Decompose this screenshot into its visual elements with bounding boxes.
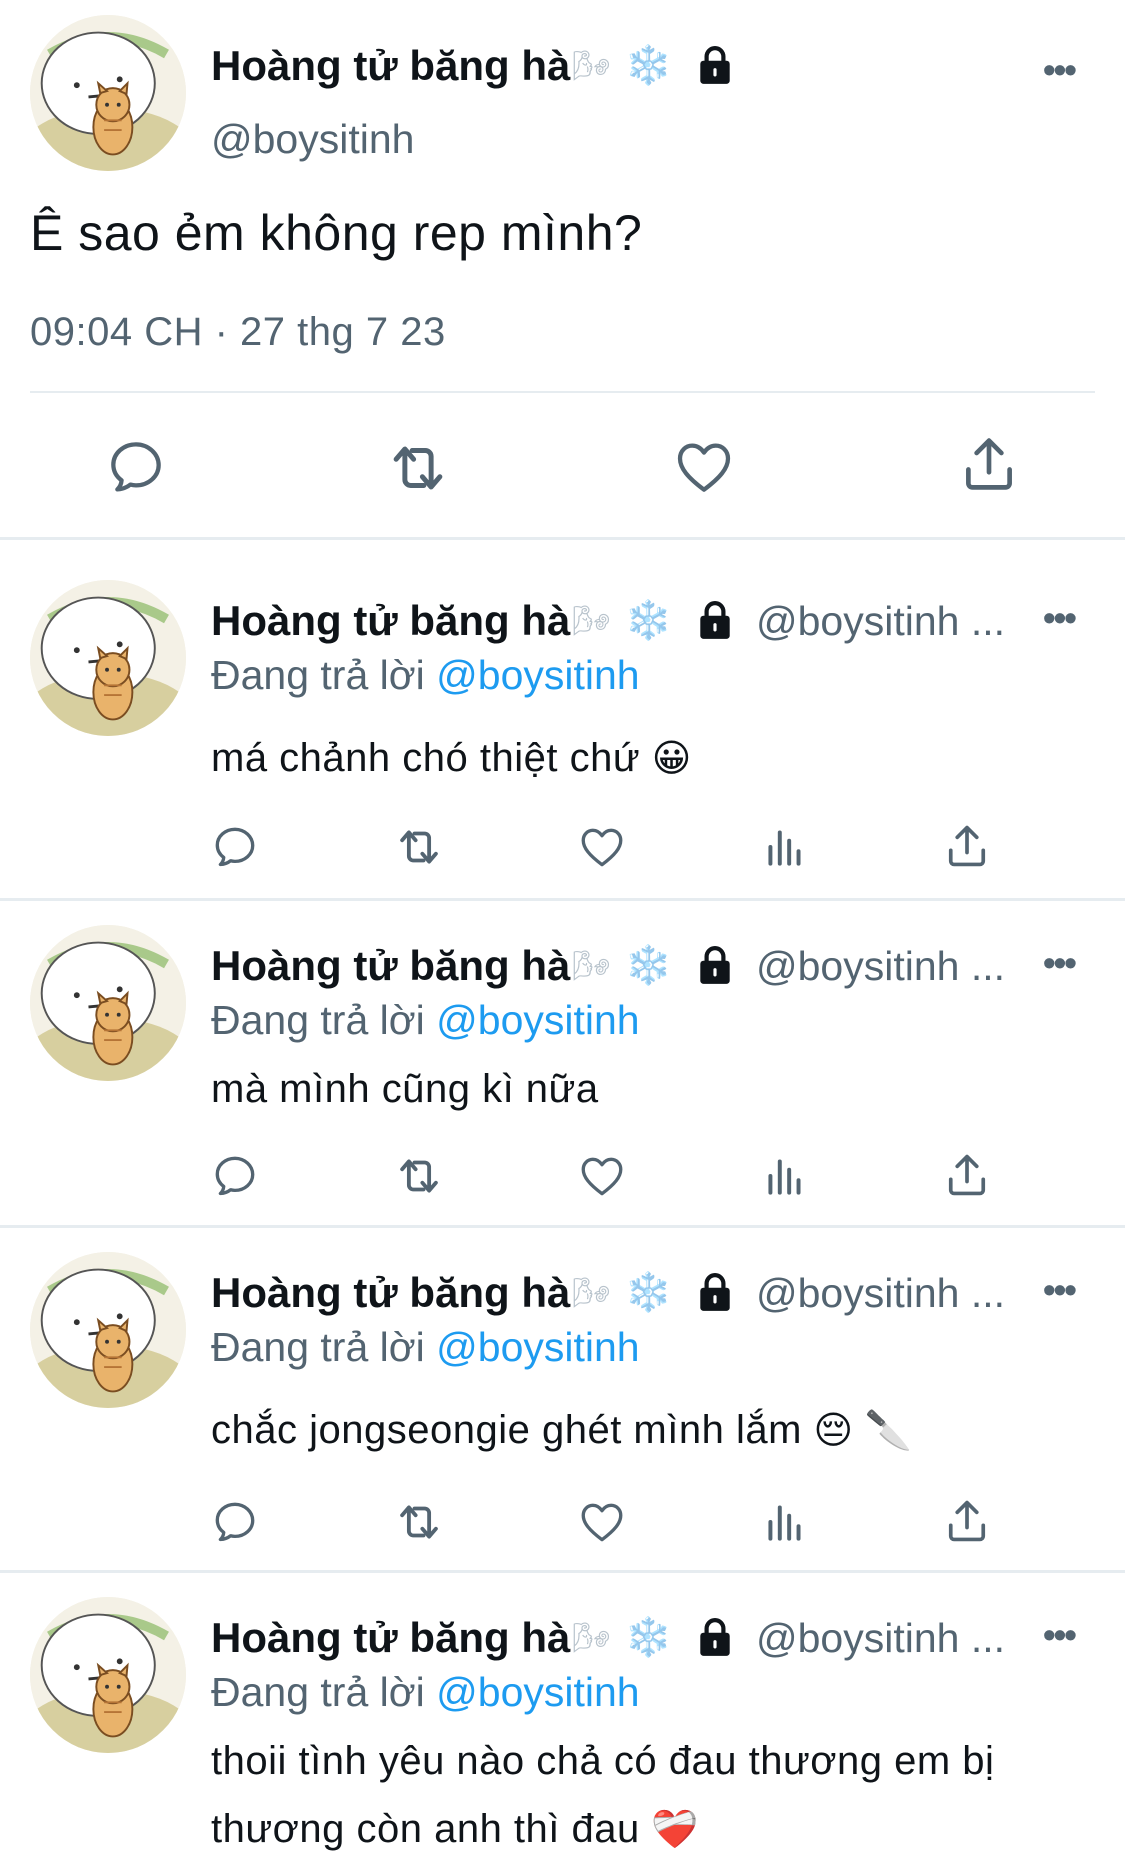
divider <box>30 391 1095 393</box>
display-name[interactable]: Hoàng tử băng hà 🌬 ❄️ <box>211 1614 736 1662</box>
mention-link[interactable]: @boysitinh <box>436 997 639 1043</box>
snowflake-icon: ❄️ <box>624 45 672 87</box>
like-icon[interactable] <box>577 1151 627 1201</box>
divider <box>0 898 1125 901</box>
lock-icon <box>694 45 736 87</box>
lock-icon <box>694 600 736 642</box>
more-options-button[interactable]: ••• <box>1043 1617 1077 1653</box>
wind-icon: 🌬 <box>572 1276 611 1310</box>
display-name[interactable]: Hoàng tử băng hà 🌬 ❄️ <box>211 1269 736 1317</box>
replying-to: Đang trả lời @boysitinh <box>211 652 640 698</box>
avatar[interactable] <box>30 1252 186 1408</box>
wind-icon: 🌬 <box>572 949 611 983</box>
tweet-text: Ê sao ẻm không rep mình? <box>30 205 643 261</box>
snowflake-icon: ❄️ <box>624 945 672 987</box>
pensive-knife-emoji: 😔 🔪 <box>813 1410 913 1452</box>
tweet-text: chắc jongseongie ghét mình lắm 😔 🔪 <box>211 1408 913 1452</box>
handle[interactable]: @boysitinh ... <box>756 943 1005 990</box>
retweet-icon[interactable] <box>392 1149 446 1203</box>
handle[interactable]: @boysitinh ... <box>756 1615 1005 1662</box>
share-icon[interactable] <box>956 431 1022 497</box>
reply-icon[interactable] <box>210 1497 260 1547</box>
share-icon[interactable] <box>941 820 993 872</box>
mention-link[interactable]: @boysitinh <box>436 1324 639 1370</box>
handle[interactable]: @boysitinh <box>211 116 414 163</box>
views-icon[interactable] <box>760 822 810 872</box>
avatar[interactable] <box>30 1597 186 1753</box>
timestamp[interactable]: 09:04 CH · 27 thg 7 23 <box>30 310 446 355</box>
reply-icon[interactable] <box>210 1151 260 1201</box>
like-icon[interactable] <box>577 1497 627 1547</box>
display-name[interactable]: Hoàng tử băng hà 🌬 ❄️ <box>211 942 736 990</box>
reply-icon[interactable] <box>104 435 168 499</box>
snowflake-icon: ❄️ <box>624 1272 672 1314</box>
share-icon[interactable] <box>941 1495 993 1547</box>
like-icon[interactable] <box>672 435 736 499</box>
replying-to: Đang trả lời @boysitinh <box>211 997 640 1043</box>
replying-to: Đang trả lời @boysitinh <box>211 1324 640 1370</box>
avatar[interactable] <box>30 580 186 736</box>
more-options-button[interactable]: ••• <box>1043 52 1077 88</box>
lock-icon <box>694 1272 736 1314</box>
wind-icon: 🌬 <box>572 604 611 638</box>
display-name[interactable]: Hoàng tử băng hà 🌬 ❄️ <box>211 42 736 90</box>
views-icon[interactable] <box>760 1497 810 1547</box>
retweet-icon[interactable] <box>392 1495 446 1549</box>
tweet-text: thoii tình yêu nào chả có đau thương em … <box>211 1739 995 1851</box>
reply-icon[interactable] <box>210 822 260 872</box>
snowflake-icon: ❄️ <box>624 600 672 642</box>
mention-link[interactable]: @boysitinh <box>436 652 639 698</box>
snowflake-icon: ❄️ <box>624 1617 672 1659</box>
avatar[interactable] <box>30 925 186 1081</box>
views-icon[interactable] <box>760 1151 810 1201</box>
more-options-button[interactable]: ••• <box>1043 1272 1077 1308</box>
wind-icon: 🌬 <box>572 49 611 83</box>
tweet-text: má chảnh chó thiệt chứ 😀 <box>211 736 692 780</box>
lock-icon <box>694 1617 736 1659</box>
handle[interactable]: @boysitinh ... <box>756 598 1005 645</box>
divider <box>0 1225 1125 1228</box>
tweet-text: mà mình cũng kì nữa <box>211 1067 599 1111</box>
share-icon[interactable] <box>941 1149 993 1201</box>
display-name[interactable]: Hoàng tử băng hà 🌬 ❄️ <box>211 597 736 645</box>
like-icon[interactable] <box>577 822 627 872</box>
mending-heart-emoji: ❤️‍🩹 <box>651 1809 700 1851</box>
more-options-button[interactable]: ••• <box>1043 600 1077 636</box>
retweet-icon[interactable] <box>383 433 453 503</box>
mention-link[interactable]: @boysitinh <box>436 1669 639 1715</box>
lock-icon <box>694 945 736 987</box>
divider <box>0 1570 1125 1573</box>
handle[interactable]: @boysitinh ... <box>756 1270 1005 1317</box>
grinning-emoji: 😀 <box>651 738 692 780</box>
retweet-icon[interactable] <box>392 820 446 874</box>
divider <box>0 537 1125 540</box>
replying-to: Đang trả lời @boysitinh <box>211 1669 640 1715</box>
more-options-button[interactable]: ••• <box>1043 945 1077 981</box>
avatar[interactable] <box>30 15 186 171</box>
wind-icon: 🌬 <box>572 1621 611 1655</box>
